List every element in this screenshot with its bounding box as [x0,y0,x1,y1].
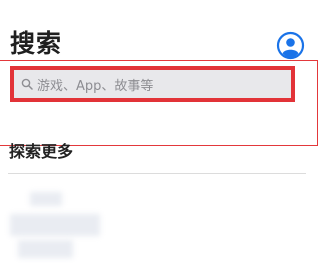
page-title: 搜索 [10,29,63,58]
blurred-content [0,178,120,263]
search-input[interactable]: 游戏、App、故事等 [18,74,287,94]
search-icon [21,78,33,90]
divider [8,173,306,174]
search-placeholder: 游戏、App、故事等 [37,78,154,94]
account-button[interactable] [276,31,305,60]
section-title-explore: 探索更多 [9,142,74,161]
search-bar-highlight: 游戏、App、故事等 [10,66,295,102]
person-circle-icon [276,31,305,60]
